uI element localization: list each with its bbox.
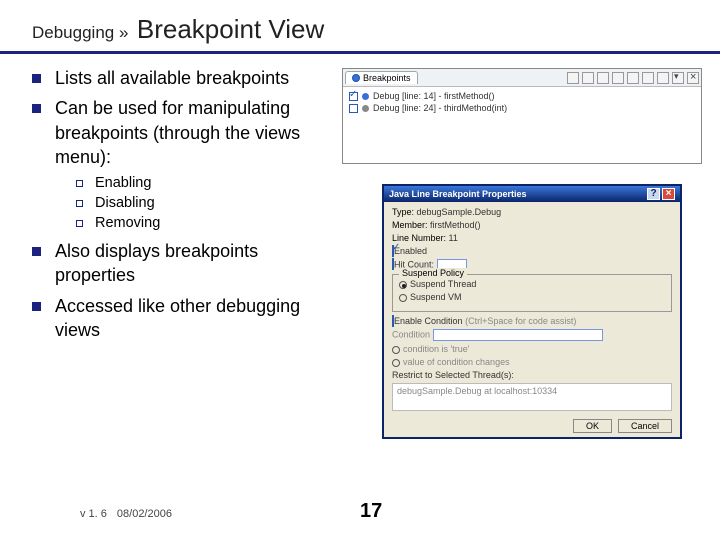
breakpoints-toolbar xyxy=(567,72,699,84)
link-icon[interactable] xyxy=(657,72,669,84)
list-item: Lists all available breakpoints xyxy=(32,66,332,90)
breakpoints-tab-bar: Breakpoints xyxy=(343,69,701,87)
breakpoints-view-panel: Breakpoints Debug [ xyxy=(342,68,702,164)
sublist-item: Disabling xyxy=(76,195,332,211)
condition-label: Condition xyxy=(392,329,430,339)
type-row: Type: debugSample.Debug xyxy=(392,207,672,217)
slide-content: Lists all available breakpoints Can be u… xyxy=(0,54,720,439)
tab-label: Breakpoints xyxy=(363,73,411,83)
breakpoint-enabled-icon xyxy=(362,93,369,100)
bullet-icon xyxy=(32,302,41,311)
list-text: Can be used for manipulating breakpoints… xyxy=(55,96,332,169)
suspend-thread-radio[interactable] xyxy=(399,281,407,289)
suspend-thread-label: Suspend Thread xyxy=(410,279,476,289)
condition-row: Condition xyxy=(392,329,672,341)
enabled-checkbox[interactable] xyxy=(392,245,394,257)
breakpoint-label: Debug [line: 14] - firstMethod() xyxy=(373,91,495,101)
cond-change-label: value of condition changes xyxy=(403,357,510,367)
sub-bullet-icon xyxy=(76,220,83,227)
sublist-text: Enabling xyxy=(95,175,151,191)
restrict-label: Restrict to Selected Thread(s): xyxy=(392,370,672,380)
enable-condition-row: Enable Condition (Ctrl+Space for code as… xyxy=(392,316,672,326)
slide-footer: v 1. 6 08/02/2006 17 xyxy=(80,508,720,520)
line-row: Line Number: 11 xyxy=(392,233,672,243)
type-label: Type: xyxy=(392,207,414,217)
cond-true-label: condition is 'true' xyxy=(403,344,469,354)
slide-header: Debugging » Breakpoint View xyxy=(0,0,720,54)
goto-file-icon[interactable] xyxy=(597,72,609,84)
sublist-text: Removing xyxy=(95,215,160,231)
dialog-titlebar: Java Line Breakpoint Properties ? × xyxy=(384,186,680,202)
view-menu-icon[interactable] xyxy=(672,72,684,84)
remove-breakpoint-icon[interactable] xyxy=(567,72,579,84)
close-icon[interactable]: × xyxy=(662,188,675,200)
cond-change-radio[interactable] xyxy=(392,359,400,367)
sub-bullet-icon xyxy=(76,180,83,187)
date-label: 08/02/2006 xyxy=(117,508,172,520)
enable-condition-checkbox[interactable] xyxy=(392,315,394,327)
bullet-icon xyxy=(32,104,41,113)
list-item: Accessed like other debugging views xyxy=(32,294,332,343)
suspend-vm-radio[interactable] xyxy=(399,294,407,302)
list-text: Also displays breakpoints properties xyxy=(55,239,332,288)
suspend-policy-group: Suspend Policy Suspend Thread Suspend VM xyxy=(392,274,672,312)
enable-condition-label: Enable Condition xyxy=(394,316,463,326)
text-column: Lists all available breakpoints Can be u… xyxy=(32,66,342,439)
member-row: Member: firstMethod() xyxy=(392,220,672,230)
header-title: Breakpoint View xyxy=(133,14,324,44)
collapse-icon[interactable] xyxy=(642,72,654,84)
dialog-title: Java Line Breakpoint Properties xyxy=(389,189,527,199)
condition-input[interactable] xyxy=(433,329,603,341)
suspend-policy-title: Suspend Policy xyxy=(399,268,467,278)
restrict-threads-list[interactable]: debugSample.Debug at localhost:10334 xyxy=(392,383,672,411)
list-text: Lists all available breakpoints xyxy=(55,66,289,90)
sublist-text: Disabling xyxy=(95,195,155,211)
breakpoint-icon xyxy=(352,74,360,82)
breakpoint-label: Debug [line: 24] - thirdMethod(int) xyxy=(373,103,507,113)
breakpoints-list: Debug [line: 14] - firstMethod() Debug [… xyxy=(343,87,701,119)
list-item: Also displays breakpoints properties xyxy=(32,239,332,288)
skip-breakpoints-icon[interactable] xyxy=(612,72,624,84)
member-label: Member: xyxy=(392,220,428,230)
bullet-icon xyxy=(32,74,41,83)
close-icon[interactable] xyxy=(687,72,699,84)
checkbox-icon[interactable] xyxy=(349,104,358,113)
restrict-item: debugSample.Debug at localhost:10334 xyxy=(397,386,557,396)
screenshots-column: Breakpoints Debug [ xyxy=(342,66,702,439)
hitcount-checkbox[interactable] xyxy=(392,258,394,270)
breakpoint-row[interactable]: Debug [line: 14] - firstMethod() xyxy=(349,91,695,101)
list-item: Can be used for manipulating breakpoints… xyxy=(32,96,332,169)
remove-all-breakpoints-icon[interactable] xyxy=(582,72,594,84)
enable-condition-hint: (Ctrl+Space for code assist) xyxy=(465,316,576,326)
bullet-icon xyxy=(32,247,41,256)
breakpoint-row[interactable]: Debug [line: 24] - thirdMethod(int) xyxy=(349,103,695,113)
help-icon[interactable]: ? xyxy=(647,188,660,200)
breakpoints-tab[interactable]: Breakpoints xyxy=(345,71,418,84)
enabled-row: Enabled xyxy=(392,246,672,256)
version-label: v 1. 6 xyxy=(80,508,107,520)
suspend-vm-label: Suspend VM xyxy=(410,292,462,302)
member-value: firstMethod() xyxy=(430,220,481,230)
sublist-item: Removing xyxy=(76,215,332,231)
ok-button[interactable]: OK xyxy=(573,419,612,433)
type-value: debugSample.Debug xyxy=(417,207,502,217)
breakpoint-properties-dialog: Java Line Breakpoint Properties ? × Type… xyxy=(382,184,682,439)
expand-icon[interactable] xyxy=(627,72,639,84)
cond-true-radio[interactable] xyxy=(392,346,400,354)
header-prefix: Debugging » xyxy=(32,23,128,42)
sublist-item: Enabling xyxy=(76,175,332,191)
sub-bullet-icon xyxy=(76,200,83,207)
breakpoint-disabled-icon xyxy=(362,105,369,112)
checkbox-icon[interactable] xyxy=(349,92,358,101)
list-text: Accessed like other debugging views xyxy=(55,294,332,343)
line-value: 11 xyxy=(449,233,458,243)
page-number: 17 xyxy=(360,500,382,523)
cancel-button[interactable]: Cancel xyxy=(618,419,672,433)
